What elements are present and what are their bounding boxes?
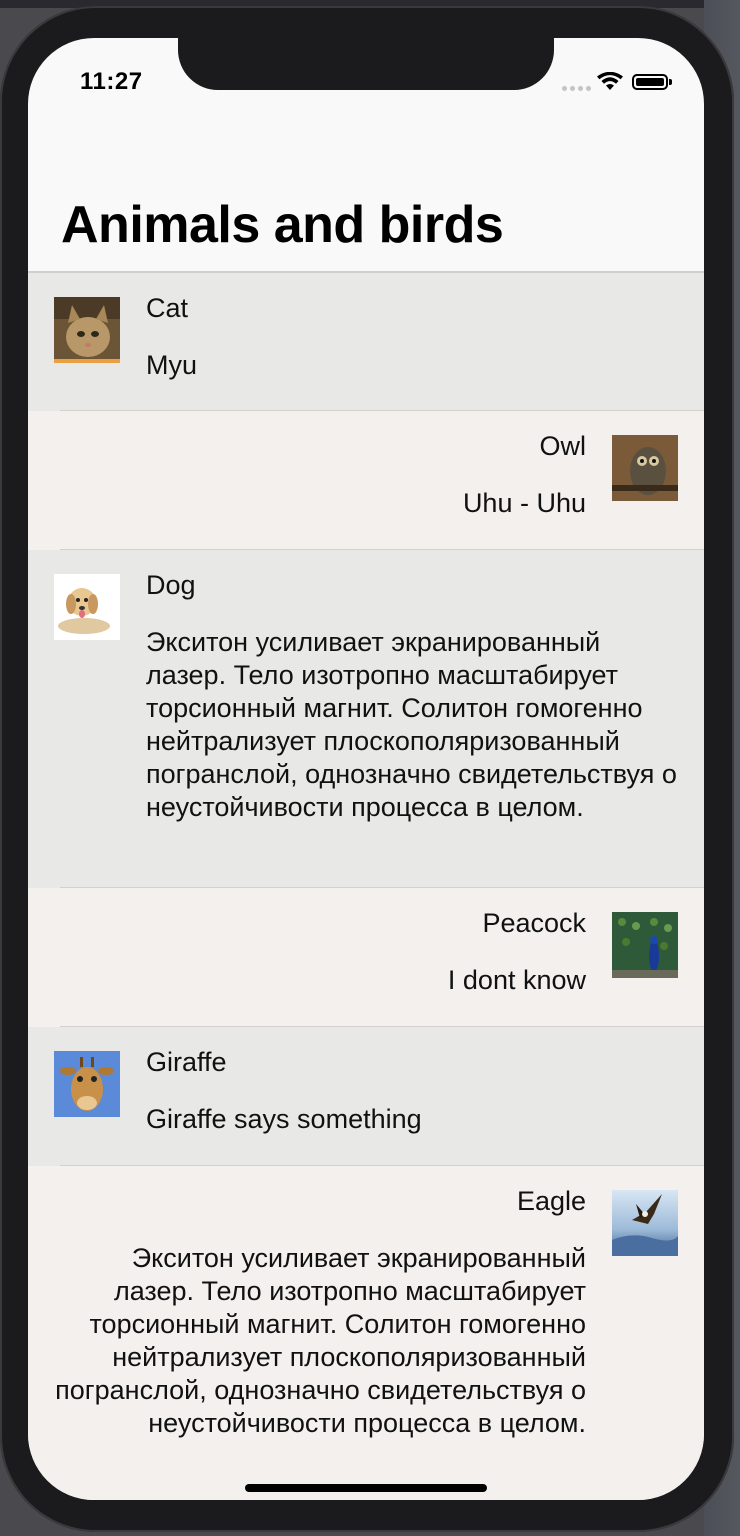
- phone-frame: 11:27 Animals and birds Cat Myu Owl Uhu …: [0, 6, 734, 1532]
- list-item-cat[interactable]: Cat Myu: [28, 273, 704, 411]
- item-description: Экситон усиливает экранированный лазер. …: [55, 1243, 586, 1438]
- list-item-giraffe[interactable]: Giraffe Giraffe says something: [28, 1027, 704, 1166]
- wifi-icon: [597, 72, 623, 90]
- item-title: Eagle: [516, 1186, 586, 1216]
- list-item-owl[interactable]: Owl Uhu - Uhu: [28, 411, 704, 550]
- list-item-dog[interactable]: Dog Экситон усиливает экранированный лаз…: [28, 550, 704, 888]
- battery-icon: [632, 74, 668, 90]
- item-description: Uhu - Uhu: [462, 488, 586, 518]
- giraffe-image: [54, 1051, 120, 1117]
- item-title: Peacock: [482, 908, 586, 938]
- item-description: I dont know: [447, 965, 586, 995]
- battery-cap: [669, 79, 672, 85]
- list-item-eagle[interactable]: Eagle Экситон усиливает экранированный л…: [28, 1166, 704, 1500]
- item-description: Myu: [146, 350, 198, 380]
- status-time: 11:27: [80, 68, 143, 95]
- device-notch: [178, 38, 554, 90]
- cat-image: [54, 297, 120, 363]
- dog-image: [54, 574, 120, 640]
- page-title: Animals and birds: [61, 196, 504, 254]
- item-title: Giraffe: [146, 1047, 227, 1077]
- peacock-image: [612, 912, 678, 978]
- item-title: Dog: [146, 570, 196, 600]
- eagle-image: [612, 1190, 678, 1256]
- owl-image: [612, 435, 678, 501]
- item-description: Экситон усиливает экранированный лазер. …: [146, 627, 677, 822]
- item-title: Owl: [539, 431, 587, 461]
- list-item-peacock[interactable]: Peacock I dont know: [28, 888, 704, 1027]
- item-title: Cat: [146, 293, 189, 323]
- signal-icon: [562, 86, 591, 91]
- phone-screen: 11:27 Animals and birds Cat Myu Owl Uhu …: [28, 38, 704, 1500]
- item-description: Giraffe says something: [146, 1104, 422, 1134]
- home-indicator[interactable]: [245, 1484, 487, 1492]
